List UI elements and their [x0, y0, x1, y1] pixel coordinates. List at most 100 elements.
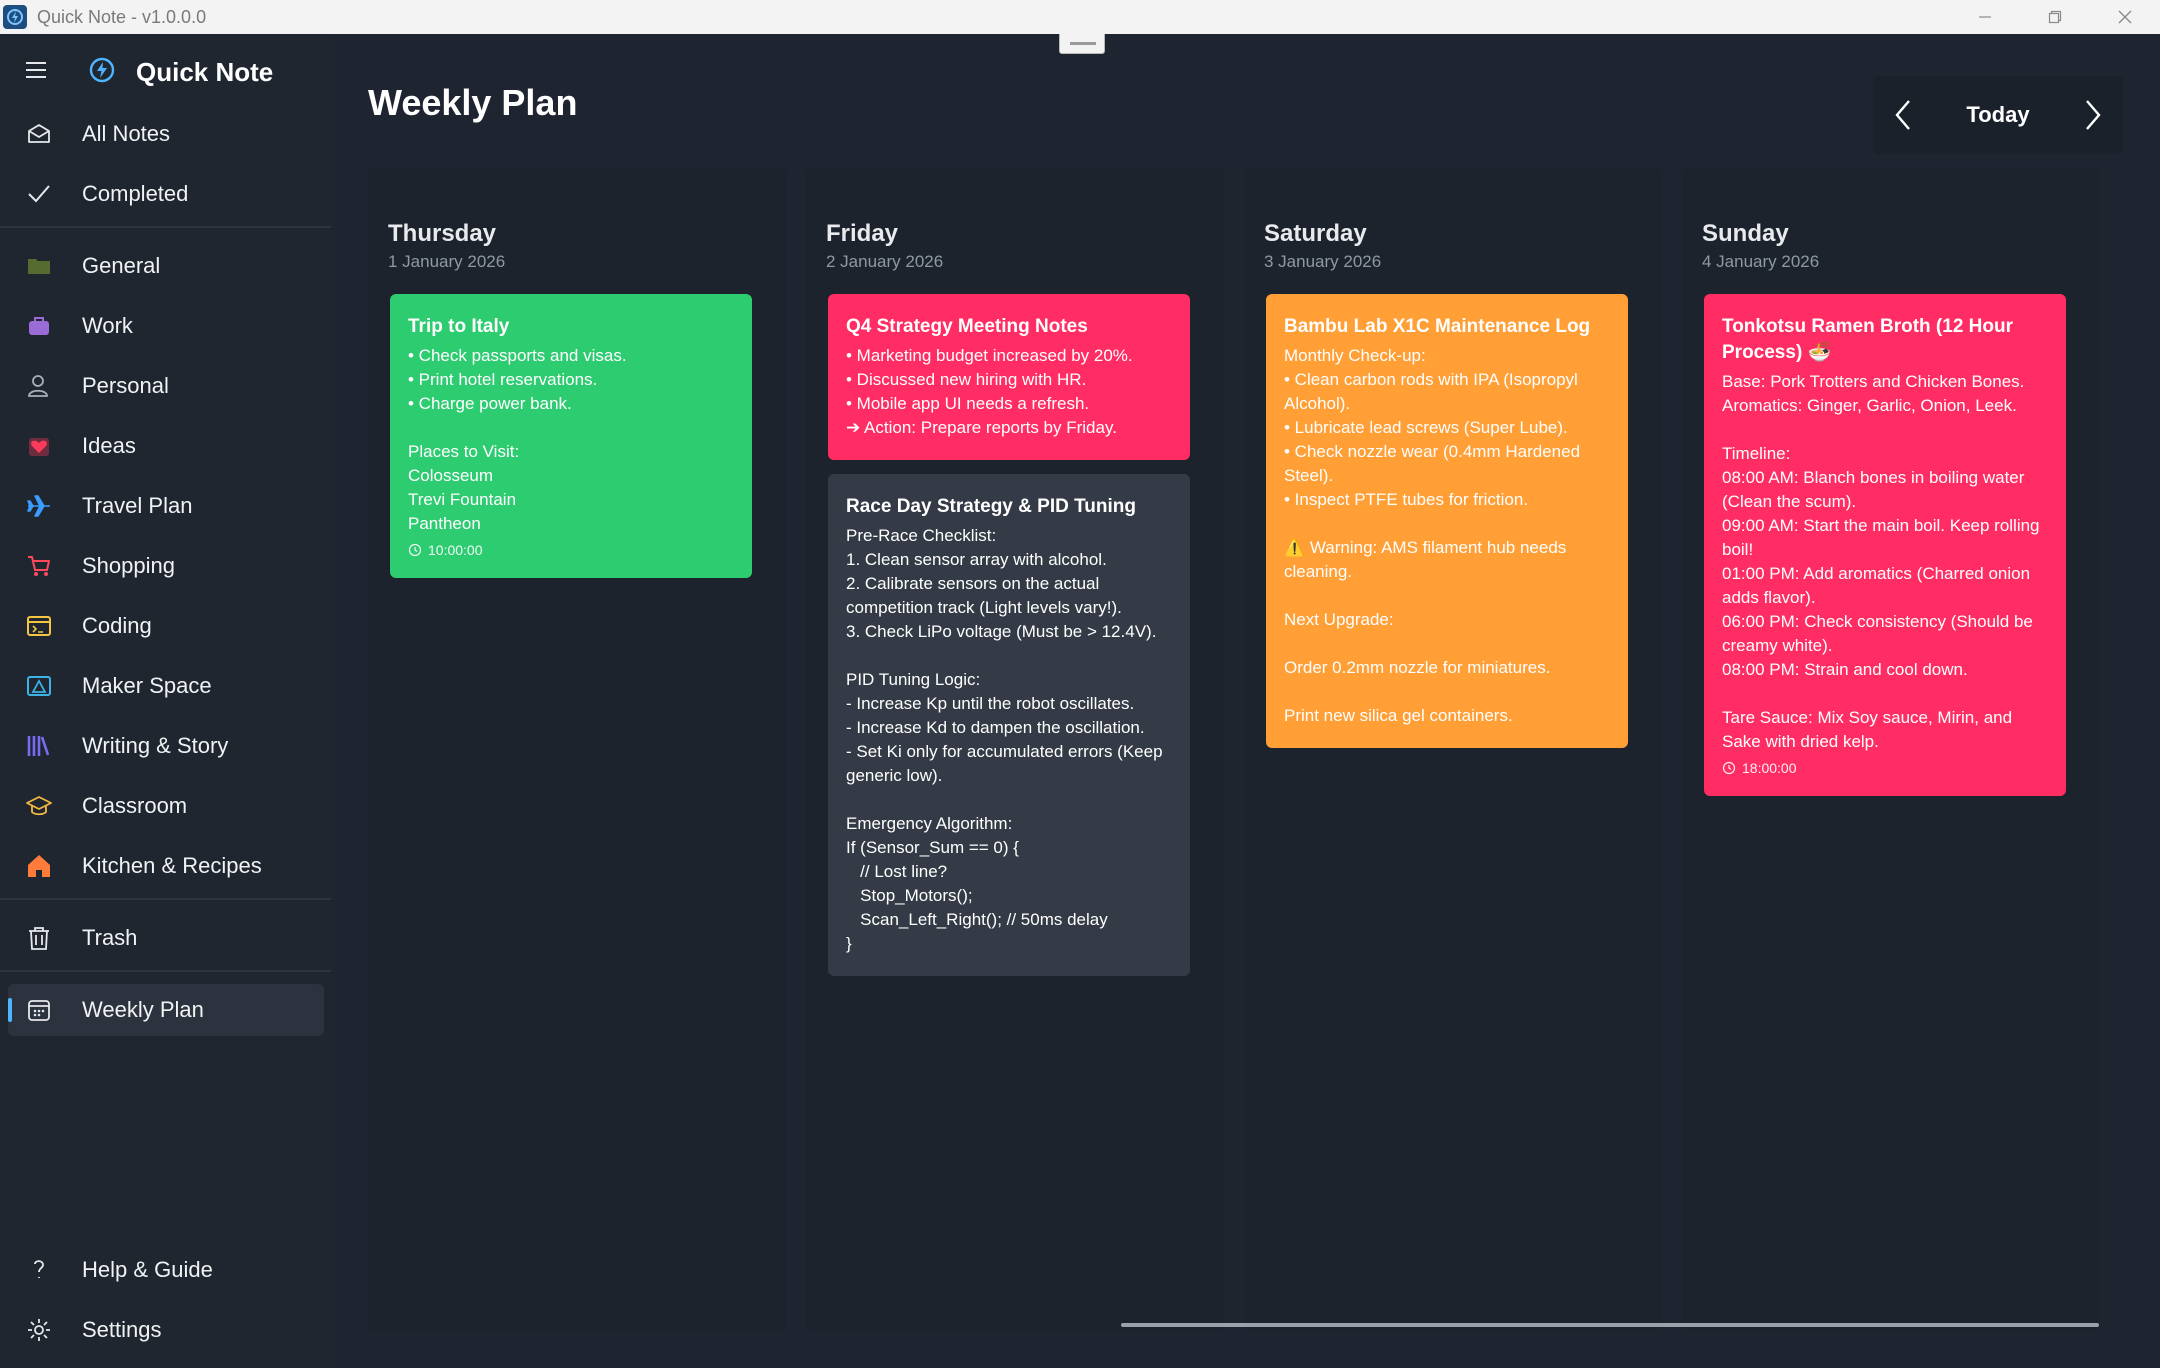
- sidebar-item-label: Weekly Plan: [82, 997, 204, 1022]
- sidebar-item-all-notes[interactable]: All Notes: [8, 108, 324, 160]
- page-title: Weekly Plan: [368, 82, 578, 123]
- sidebar-item-weekly-plan[interactable]: Weekly Plan: [8, 984, 324, 1036]
- user-icon: [24, 371, 54, 401]
- sidebar-item-work[interactable]: Work: [8, 300, 324, 352]
- note-card[interactable]: Bambu Lab X1C Maintenance Log Monthly Ch…: [1266, 294, 1628, 748]
- week-columns: Thursday 1 January 2026 Trip to Italy • …: [368, 168, 2123, 1330]
- day-name: Friday: [826, 220, 899, 247]
- folder-icon: [24, 251, 54, 281]
- cart-icon: [24, 551, 54, 581]
- airplane-icon: [24, 491, 54, 521]
- window-title: Quick Note - v1.0.0.0: [37, 6, 207, 27]
- close-button[interactable]: [2090, 0, 2160, 34]
- note-title: Bambu Lab X1C Maintenance Log: [1284, 316, 1591, 337]
- day-date: 1 January 2026: [388, 252, 506, 271]
- note-title: Trip to Italy: [408, 316, 510, 337]
- note-time-label: 10:00:00: [428, 542, 483, 558]
- quick-note-logo-icon: [88, 56, 116, 89]
- sidebar-item-travel-plan[interactable]: Travel Plan: [8, 480, 324, 532]
- clock-icon: [408, 543, 422, 557]
- sidebar-item-label: Writing & Story: [82, 733, 229, 758]
- note-body: • Marketing budget increased by 20%. • D…: [846, 346, 1133, 437]
- briefcase-icon: [24, 311, 54, 341]
- chevron-right-icon: [2086, 100, 2101, 130]
- note-card[interactable]: Tonkotsu Ramen Broth (12 Hour Process) 🍜…: [1704, 294, 2066, 796]
- day-column-thursday: Thursday 1 January 2026 Trip to Italy • …: [368, 168, 786, 1330]
- sidebar-item-label: All Notes: [82, 121, 171, 146]
- hamburger-menu-icon[interactable]: [24, 60, 48, 80]
- sidebar-item-label: Completed: [82, 181, 189, 206]
- minimize-button[interactable]: [1950, 0, 2020, 34]
- sidebar-item-label: Shopping: [82, 553, 175, 578]
- sidebar-item-shopping[interactable]: Shopping: [8, 540, 324, 592]
- day-date: 2 January 2026: [826, 252, 944, 271]
- next-week-button[interactable]: [2063, 85, 2123, 145]
- restore-button[interactable]: [2020, 0, 2090, 34]
- terminal-icon: [24, 611, 54, 641]
- note-body: • Check passports and visas. • Print hot…: [408, 346, 627, 533]
- day-column-saturday: Saturday 3 January 2026 Bambu Lab X1C Ma…: [1244, 168, 1662, 1330]
- day-column-sunday: Sunday 4 January 2026 Tonkotsu Ramen Bro…: [1682, 168, 2100, 1330]
- sidebar-item-maker-space[interactable]: Maker Space: [8, 660, 324, 712]
- divider: [0, 226, 331, 228]
- day-name: Saturday: [1264, 220, 1367, 247]
- note-title: Race Day Strategy & PID Tuning: [846, 496, 1136, 517]
- note-body: Base: Pork Trotters and Chicken Bones. A…: [1722, 372, 2040, 751]
- sidebar-item-classroom[interactable]: Classroom: [8, 780, 324, 832]
- question-icon: [24, 1255, 54, 1285]
- app-logo-icon: [3, 5, 27, 29]
- today-button[interactable]: Today: [1966, 102, 2029, 128]
- note-time: 18:00:00: [1722, 760, 2048, 776]
- note-time: 10:00:00: [408, 542, 734, 558]
- divider: [0, 898, 331, 900]
- title-bar: Quick Note - v1.0.0.0: [0, 0, 2160, 34]
- sidebar-item-completed[interactable]: Completed: [8, 168, 324, 220]
- note-card[interactable]: Q4 Strategy Meeting Notes • Marketing bu…: [828, 294, 1190, 460]
- sidebar-item-kitchen-recipes[interactable]: Kitchen & Recipes: [8, 840, 324, 892]
- sidebar-item-settings[interactable]: Settings: [8, 1304, 324, 1356]
- sidebar-item-label: Kitchen & Recipes: [82, 853, 262, 878]
- sidebar-item-trash[interactable]: Trash: [8, 912, 324, 964]
- sidebar-item-label: Ideas: [82, 433, 136, 458]
- note-time-label: 18:00:00: [1742, 760, 1797, 776]
- note-card[interactable]: Race Day Strategy & PID Tuning Pre-Race …: [828, 474, 1190, 976]
- sidebar-item-label: Classroom: [82, 793, 188, 818]
- sidebar-item-label: Work: [82, 313, 133, 338]
- clock-icon: [1722, 761, 1736, 775]
- calendar-icon: [24, 995, 54, 1025]
- sidebar-item-label: Help & Guide: [82, 1257, 213, 1282]
- horizontal-scrollbar[interactable]: [1121, 1323, 2099, 1327]
- heart-icon: [24, 431, 54, 461]
- divider: [0, 970, 331, 972]
- previous-week-button[interactable]: [1873, 85, 1933, 145]
- day-column-friday: Friday 2 January 2026 Q4 Strategy Meetin…: [806, 168, 1224, 1330]
- home-icon: [24, 851, 54, 881]
- ruler-icon: [24, 671, 54, 701]
- sidebar-item-label: Travel Plan: [82, 493, 193, 518]
- note-title: Tonkotsu Ramen Broth (12 Hour Process) 🍜: [1722, 316, 2013, 363]
- day-name: Thursday: [388, 220, 497, 247]
- sidebar-item-coding[interactable]: Coding: [8, 600, 324, 652]
- trash-icon: [24, 923, 54, 953]
- books-icon: [24, 731, 54, 761]
- day-date: 4 January 2026: [1702, 252, 1820, 271]
- chevron-left-icon: [1895, 100, 1910, 130]
- note-title: Q4 Strategy Meeting Notes: [846, 316, 1088, 337]
- sidebar-item-help-guide[interactable]: Help & Guide: [8, 1244, 324, 1296]
- day-name: Sunday: [1702, 220, 1789, 247]
- week-navigation: Today: [1873, 76, 2123, 154]
- note-body: Monthly Check-up: • Clean carbon rods wi…: [1284, 346, 1581, 725]
- checkmark-icon: [24, 179, 54, 209]
- sidebar-item-ideas[interactable]: Ideas: [8, 420, 324, 472]
- main-content: Weekly Plan Today Thursday 1 January 202…: [331, 34, 2160, 1368]
- sidebar-item-general[interactable]: General: [8, 240, 324, 292]
- sidebar-item-label: Coding: [82, 613, 152, 638]
- close-icon: [2118, 10, 2132, 24]
- note-card[interactable]: Trip to Italy • Check passports and visa…: [390, 294, 752, 578]
- brand: Quick Note: [88, 56, 273, 89]
- sidebar-item-writing-story[interactable]: Writing & Story: [8, 720, 324, 772]
- drag-handle[interactable]: [1059, 34, 1105, 54]
- sidebar-item-label: Trash: [82, 925, 138, 950]
- envelope-icon: [24, 119, 54, 149]
- sidebar-item-personal[interactable]: Personal: [8, 360, 324, 412]
